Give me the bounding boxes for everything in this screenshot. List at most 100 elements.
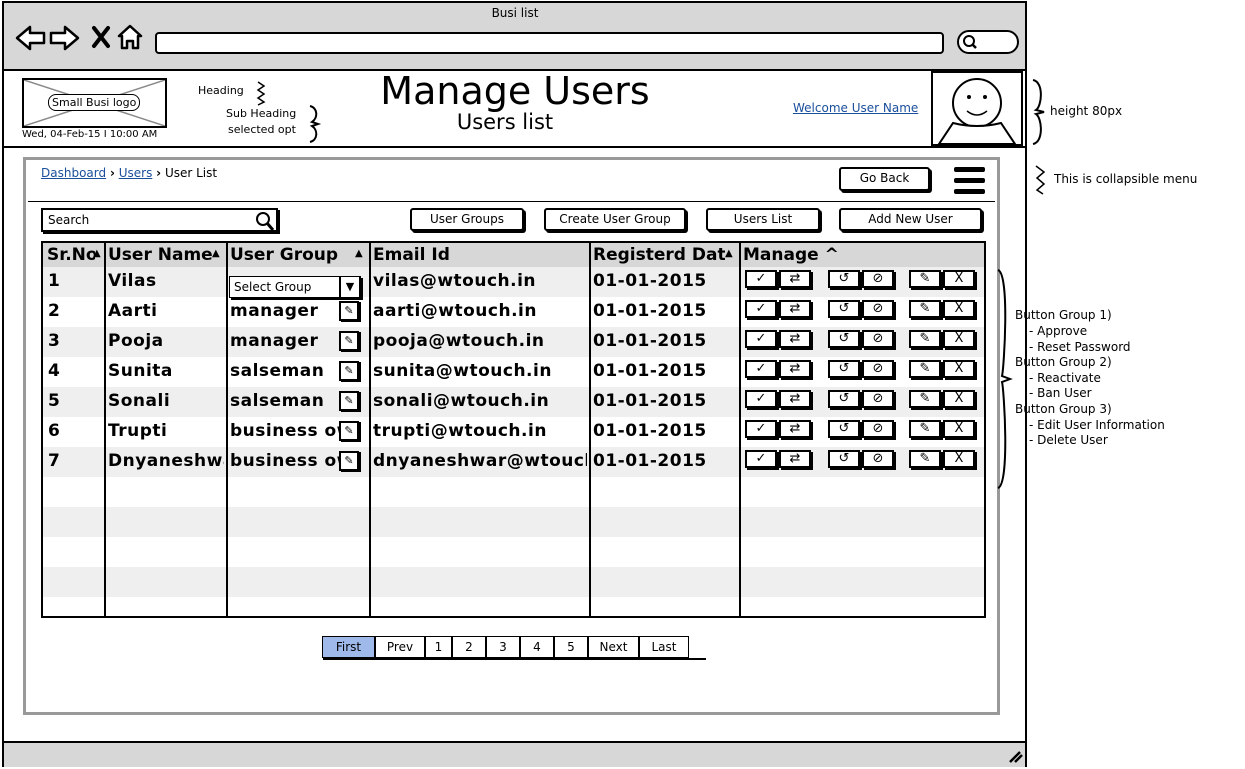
cell-usergroup: salseman [230, 361, 325, 381]
home-icon[interactable] [117, 24, 143, 50]
browser-nav-icons [15, 24, 143, 51]
reset-password-icon[interactable]: ⇄ [779, 420, 811, 438]
annotation-group-1: Button Group 1) [1015, 308, 1112, 322]
reset-password-icon[interactable]: ⇄ [779, 300, 811, 318]
ban-icon[interactable]: ⊘ [862, 270, 894, 288]
ban-icon[interactable]: ⊘ [862, 420, 894, 438]
column-header-email[interactable]: Email Id [373, 245, 583, 265]
address-bar[interactable] [155, 32, 944, 54]
avatar[interactable] [931, 71, 1023, 146]
approve-check-icon[interactable]: ✓ [745, 270, 777, 288]
approve-check-icon[interactable]: ✓ [745, 330, 777, 348]
column-header-date[interactable]: Registerd Date [593, 245, 725, 265]
approve-check-icon[interactable]: ✓ [745, 450, 777, 468]
select-group-dropdown[interactable]: Select Group ▼ [229, 276, 361, 298]
delete-x-icon[interactable]: X [943, 390, 975, 408]
ban-icon[interactable]: ⊘ [862, 360, 894, 378]
sort-up-icon[interactable]: ▲ [725, 248, 733, 259]
page-5[interactable]: 5 [554, 636, 588, 658]
hamburger-menu-icon[interactable] [953, 165, 987, 197]
edit-pencil-icon[interactable]: ✎ [909, 450, 941, 468]
annotation-menu: This is collapsible menu [1054, 172, 1198, 186]
page-prev[interactable]: Prev [375, 636, 425, 658]
go-back-button[interactable]: Go Back [839, 167, 930, 191]
sort-up-icon[interactable]: ▲ [93, 248, 101, 259]
close-x-icon[interactable] [92, 26, 110, 48]
breadcrumb-dashboard[interactable]: Dashboard [41, 166, 106, 180]
ban-icon[interactable]: ⊘ [862, 390, 894, 408]
delete-x-icon[interactable]: X [943, 420, 975, 438]
reactivate-icon[interactable]: ↺ [828, 270, 860, 288]
ban-icon[interactable]: ⊘ [862, 330, 894, 348]
users-list-button[interactable]: Users List [706, 208, 820, 231]
page-3[interactable]: 3 [486, 636, 520, 658]
edit-group-icon[interactable]: ✎ [339, 331, 359, 351]
reset-password-icon[interactable]: ⇄ [779, 390, 811, 408]
sort-up-icon[interactable]: ▲ [212, 248, 220, 259]
approve-check-icon[interactable]: ✓ [745, 420, 777, 438]
ban-icon[interactable]: ⊘ [862, 300, 894, 318]
edit-pencil-icon[interactable]: ✎ [909, 330, 941, 348]
approve-check-icon[interactable]: ✓ [745, 300, 777, 318]
reactivate-icon[interactable]: ↺ [828, 420, 860, 438]
edit-group-icon[interactable]: ✎ [339, 421, 359, 441]
edit-group-icon[interactable]: ✎ [339, 361, 359, 381]
column-header-srno[interactable]: Sr.No [47, 245, 95, 265]
edit-pencil-icon[interactable]: ✎ [909, 270, 941, 288]
breadcrumb-users[interactable]: Users [119, 166, 153, 180]
edit-pencil-icon[interactable]: ✎ [909, 390, 941, 408]
browser-search[interactable] [957, 30, 1019, 54]
edit-pencil-icon[interactable]: ✎ [909, 420, 941, 438]
delete-x-icon[interactable]: X [943, 450, 975, 468]
resize-grip-icon[interactable] [1006, 748, 1024, 764]
back-arrow-icon[interactable] [15, 25, 46, 51]
search-icon[interactable] [253, 210, 275, 232]
page-next[interactable]: Next [588, 636, 639, 658]
page-1[interactable]: 1 [425, 636, 452, 658]
edit-pencil-icon[interactable]: ✎ [909, 300, 941, 318]
reactivate-icon[interactable]: ↺ [828, 300, 860, 318]
reset-password-icon[interactable]: ⇄ [779, 270, 811, 288]
page-last[interactable]: Last [639, 636, 689, 658]
welcome-link[interactable]: Welcome User Name [793, 101, 918, 115]
squiggle-brace-icon [1035, 165, 1046, 195]
approve-check-icon[interactable]: ✓ [745, 390, 777, 408]
ban-icon[interactable]: ⊘ [862, 450, 894, 468]
edit-group-icon[interactable]: ✎ [339, 451, 359, 471]
cell-email: trupti@wtouch.in [373, 421, 547, 441]
cell-email: vilas@wtouch.in [373, 271, 537, 291]
reactivate-icon[interactable]: ↺ [828, 330, 860, 348]
annotation-delete-user: - Delete User [1029, 433, 1108, 447]
column-header-usergroup[interactable]: User Group [230, 245, 355, 265]
cell-username: Trupti [108, 421, 168, 441]
user-groups-button[interactable]: User Groups [410, 208, 524, 231]
page-4[interactable]: 4 [520, 636, 554, 658]
chevron-down-icon[interactable]: ▼ [339, 276, 360, 298]
edit-group-icon[interactable]: ✎ [339, 391, 359, 411]
approve-check-icon[interactable]: ✓ [745, 360, 777, 378]
edit-group-icon[interactable]: ✎ [339, 301, 359, 321]
reset-password-icon[interactable]: ⇄ [779, 330, 811, 348]
delete-x-icon[interactable]: X [943, 270, 975, 288]
column-header-manage[interactable]: Manage ^ [743, 245, 873, 265]
create-user-group-button[interactable]: Create User Group [544, 208, 686, 231]
reactivate-icon[interactable]: ↺ [828, 450, 860, 468]
page-2[interactable]: 2 [452, 636, 486, 658]
delete-x-icon[interactable]: X [943, 360, 975, 378]
cell-date: 01-01-2015 [593, 421, 707, 441]
reset-password-icon[interactable]: ⇄ [779, 450, 811, 468]
add-new-user-button[interactable]: Add New User [839, 208, 982, 231]
chevron-right-icon: › [156, 166, 162, 180]
logo[interactable]: Small Busi logo [22, 78, 167, 128]
delete-x-icon[interactable]: X [943, 300, 975, 318]
delete-x-icon[interactable]: X [943, 330, 975, 348]
page-first[interactable]: First [322, 636, 375, 658]
reset-password-icon[interactable]: ⇄ [779, 360, 811, 378]
sort-up-icon[interactable]: ▲ [355, 248, 363, 259]
reactivate-icon[interactable]: ↺ [828, 360, 860, 378]
reactivate-icon[interactable]: ↺ [828, 390, 860, 408]
column-header-username[interactable]: User Name [108, 245, 212, 265]
edit-pencil-icon[interactable]: ✎ [909, 360, 941, 378]
search-input[interactable]: Search [41, 208, 278, 232]
forward-arrow-icon[interactable] [49, 25, 80, 51]
